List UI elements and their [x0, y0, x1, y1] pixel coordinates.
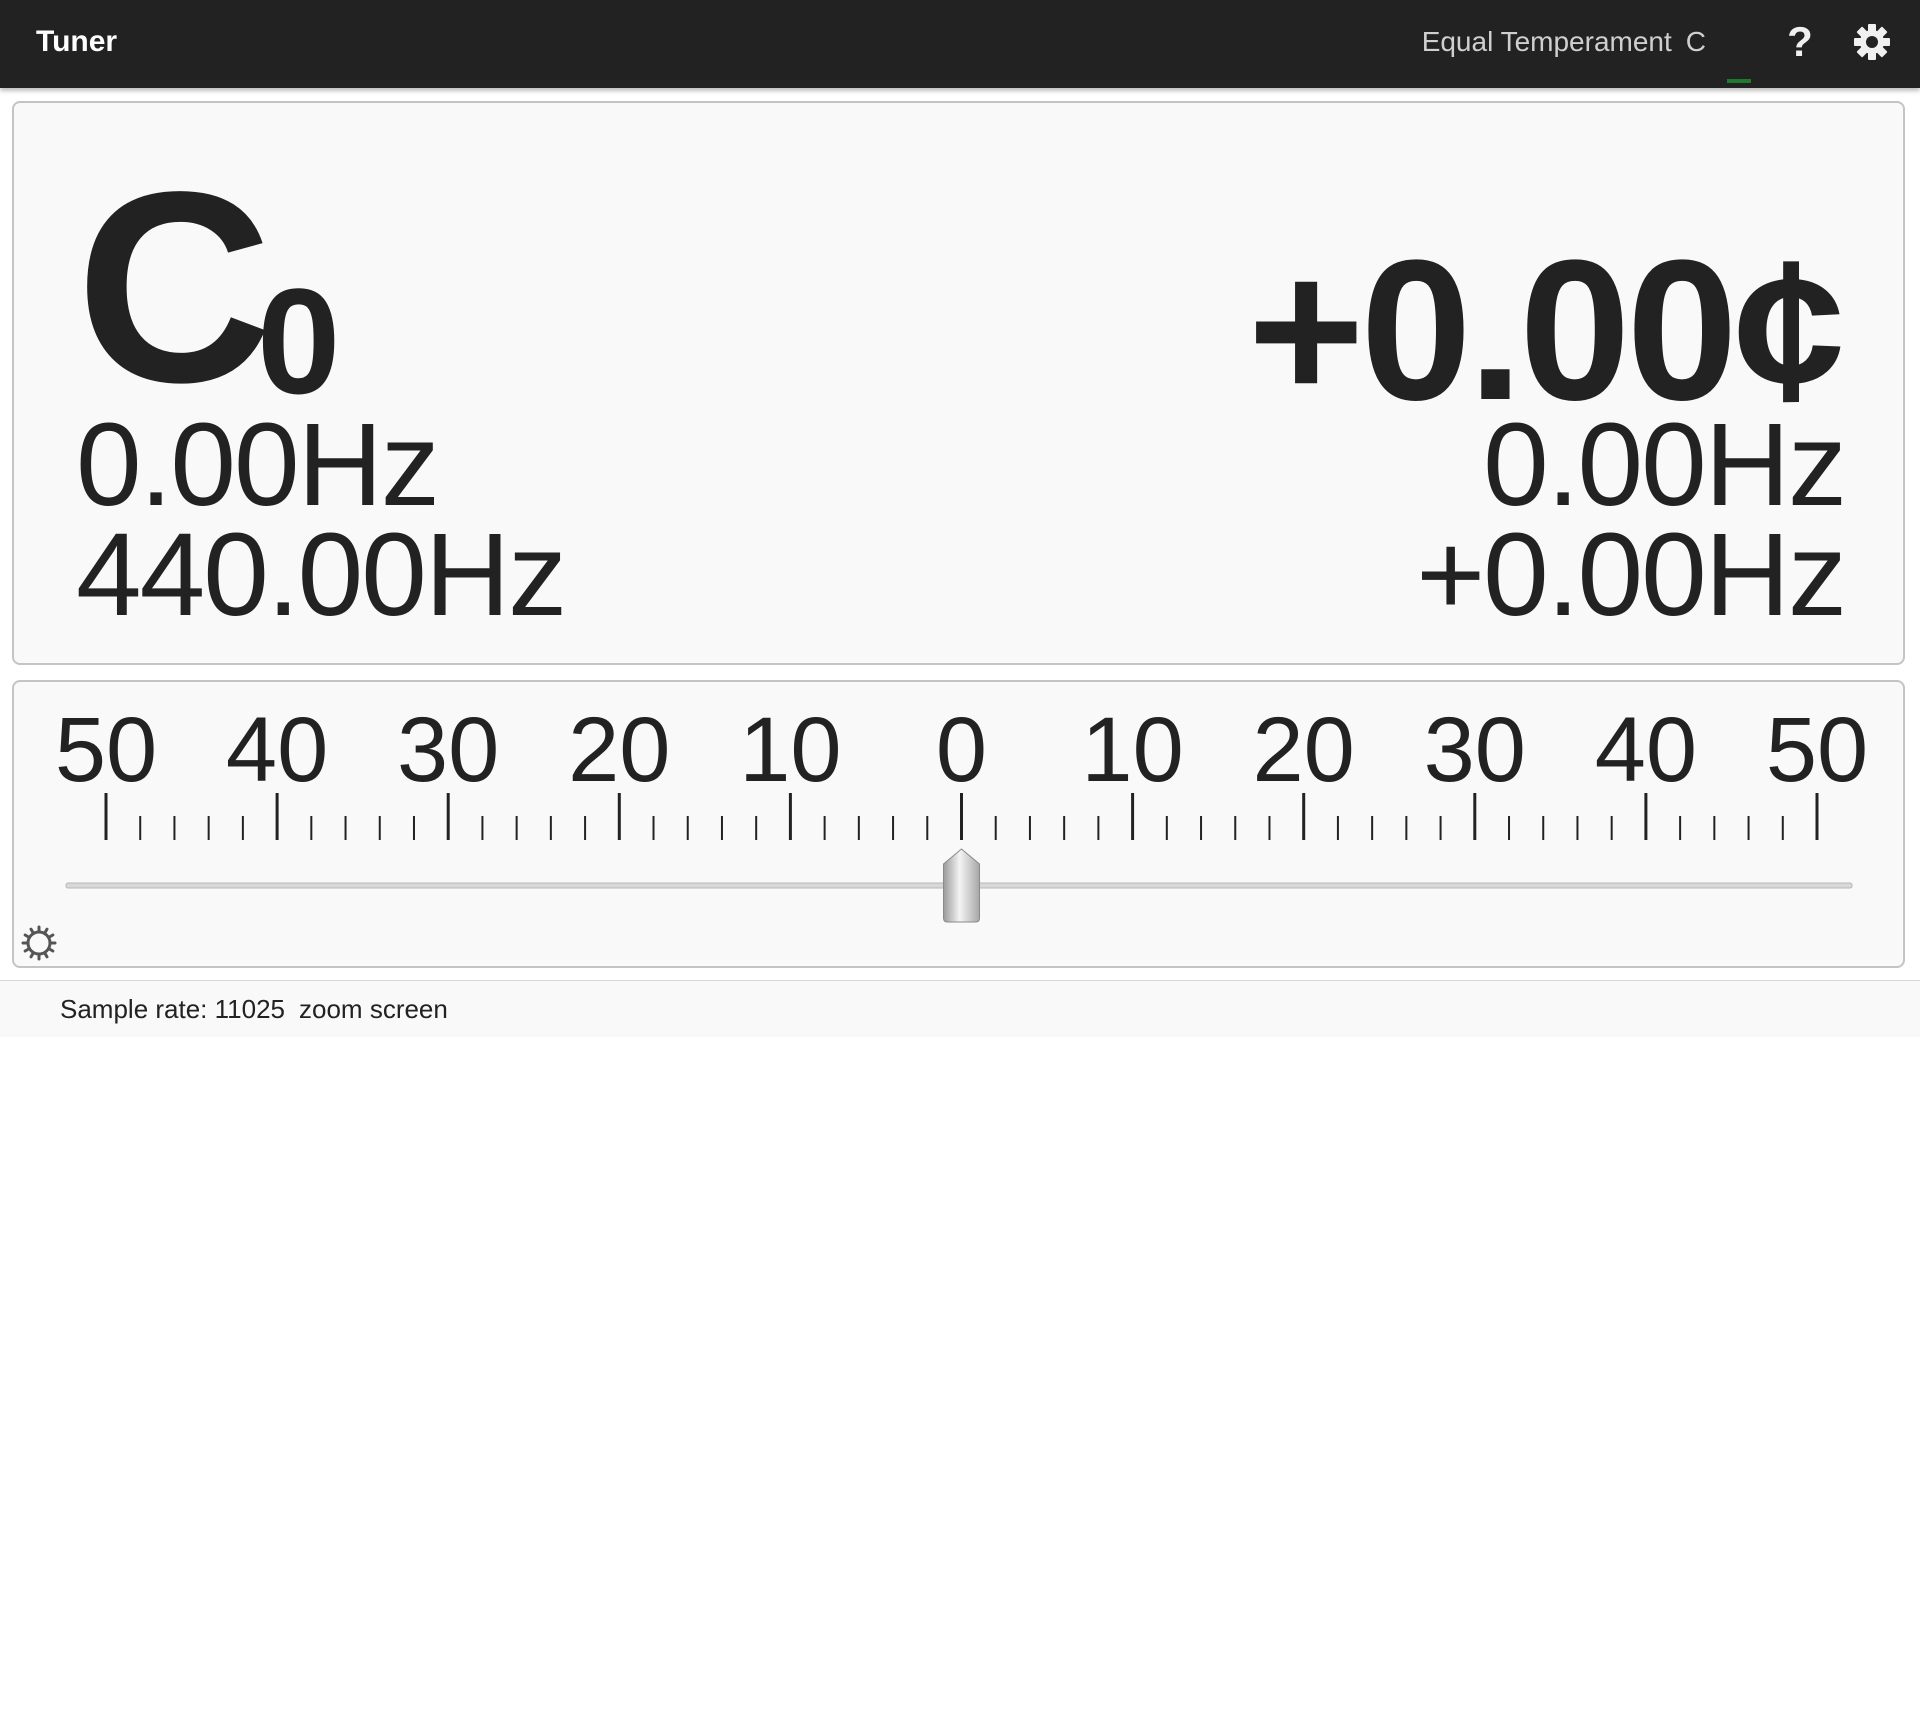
settings-button[interactable] — [1850, 18, 1894, 66]
status-bar: Sample rate: 11025 zoom screen — [0, 980, 1920, 1037]
detected-frequency: 0.00Hz — [76, 399, 440, 531]
tuning-needle — [943, 848, 980, 923]
cents-scale: 50 40 30 20 10 0 10 20 30 40 50 — [55, 699, 1868, 923]
reference-frequency[interactable]: 440.00Hz — [76, 516, 567, 634]
readout-panel: C 0 +0.00¢ 0.00Hz 440.00Hz 0.00Hz +0.00H… — [12, 101, 1905, 665]
frequency-difference: +0.00Hz — [1416, 509, 1847, 641]
app-bar: Tuner Equal Temperament C ? — [0, 0, 1920, 88]
sample-rate-label: Sample rate: — [60, 994, 208, 1024]
scale-label: 50 — [1766, 699, 1868, 801]
note-octave: 0 — [257, 257, 341, 425]
tuner-screen: Tuner Equal Temperament C ? C 0 +0.00¢ 0… — [0, 0, 1920, 1733]
app-title: Tuner — [36, 25, 118, 58]
help-button[interactable]: ? — [1778, 16, 1822, 68]
zoom-screen-link[interactable]: zoom screen — [299, 994, 448, 1024]
temperament-label: Equal Temperament — [1421, 26, 1672, 57]
scale-label: 30 — [1424, 699, 1526, 801]
note-name: C — [76, 135, 272, 439]
scale-label: 50 — [55, 699, 157, 801]
sample-rate-value: 11025 — [214, 994, 286, 1024]
gear-icon — [1854, 24, 1890, 60]
scale-label: 10 — [739, 699, 841, 801]
scale-label: 0 — [936, 699, 987, 801]
status-text: Sample rate: 11025 zoom screen — [60, 991, 448, 1027]
signal-indicator — [1727, 79, 1751, 83]
help-icon: ? — [1787, 18, 1813, 65]
target-frequency: 0.00Hz — [1483, 399, 1847, 531]
scale-label: 10 — [1081, 699, 1183, 801]
temperament-selector[interactable]: Equal Temperament C — [1422, 24, 1706, 60]
temperament-key: C — [1685, 26, 1706, 57]
scale-label: 20 — [568, 699, 670, 801]
gear-icon — [21, 925, 57, 961]
scale-label: 40 — [226, 699, 328, 801]
scale-settings-button[interactable] — [20, 924, 58, 962]
scale-label: 20 — [1253, 699, 1355, 801]
scale-label: 40 — [1595, 699, 1697, 801]
cents-scale-panel: 50 40 30 20 10 0 10 20 30 40 50 — [12, 680, 1905, 968]
scale-label: 30 — [397, 699, 499, 801]
